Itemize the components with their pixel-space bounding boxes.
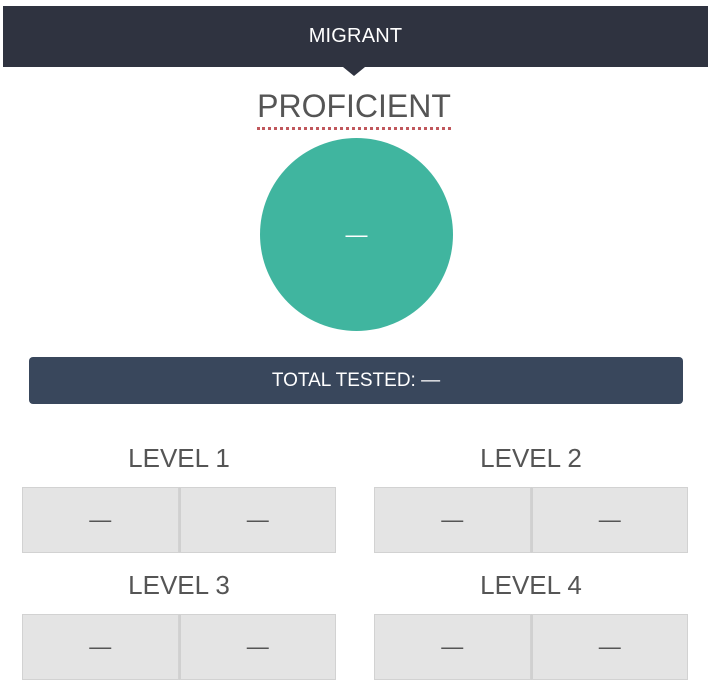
proficient-circle: — — [260, 138, 453, 331]
level-1-value-cell: — — [22, 487, 179, 553]
level-4-title: LEVEL 4 — [480, 570, 582, 600]
proficient-heading: PROFICIENT — [0, 86, 708, 130]
group-title: MIGRANT — [308, 25, 403, 47]
level-1-value-cell: — — [178, 487, 336, 553]
level-2-value-cell: — — [374, 487, 531, 553]
level-2-value-cell: — — [530, 487, 688, 553]
level-4-value-cell: — — [374, 614, 531, 680]
proficient-value: — — [345, 221, 368, 247]
level-4-value-cell: — — [530, 614, 688, 680]
level-3-title: LEVEL 3 — [128, 570, 230, 600]
level-4-values: — — — [374, 614, 688, 680]
total-tested-bar: TOTAL TESTED: — — [29, 357, 683, 404]
level-1-title: LEVEL 1 — [128, 443, 230, 473]
level-1-values: — — — [22, 487, 336, 553]
total-tested-label: TOTAL TESTED: — — [271, 369, 441, 391]
level-3-values: — — — [22, 614, 336, 680]
level-3-value-cell: — — [22, 614, 179, 680]
level-2-values: — — — [374, 487, 688, 553]
level-2-title: LEVEL 2 — [480, 443, 582, 473]
header-pointer-icon — [343, 67, 365, 76]
group-header-tab[interactable]: MIGRANT — [3, 6, 708, 67]
level-3-value-cell: — — [178, 614, 336, 680]
page: MIGRANT PROFICIENT — TOTAL TESTED: — LEV… — [0, 0, 708, 681]
proficient-label[interactable]: PROFICIENT — [257, 86, 451, 130]
